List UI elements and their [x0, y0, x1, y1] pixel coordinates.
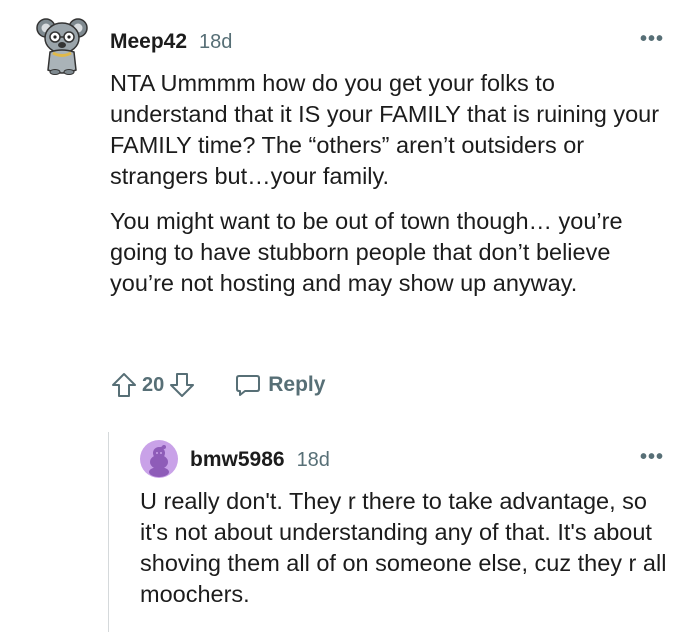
reply-body: U really don't. They r there to take adv… [140, 486, 680, 610]
more-options-button[interactable]: ••• [640, 28, 664, 51]
comment-paragraph: NTA Ummmm how do you get your folks to u… [110, 70, 660, 189]
reply-label: Reply [268, 373, 326, 396]
reply-paragraph: U really don't. They r there to take adv… [140, 488, 667, 607]
koala-avatar-icon[interactable] [36, 14, 88, 76]
thread-line[interactable] [108, 432, 109, 632]
comment-paragraph: You might want to be out of town though…… [110, 208, 623, 296]
comment-username[interactable]: Meep42 [110, 30, 187, 54]
comment-body: NTA Ummmm how do you get your folks to u… [110, 68, 670, 313]
upvote-icon[interactable] [110, 371, 138, 399]
reply-username[interactable]: bmw5986 [190, 448, 285, 472]
comment-actions: 20 Reply [110, 368, 325, 402]
downvote-icon[interactable] [168, 371, 196, 399]
vote-count: 20 [142, 373, 165, 396]
reply-header: bmw5986 18d [190, 448, 330, 472]
snoo-avatar-icon[interactable] [140, 440, 178, 478]
reply-button[interactable]: Reply [234, 371, 325, 399]
comment-header: Meep42 18d [110, 30, 232, 54]
comment: Meep42 18d ••• NTA Ummmm how do you get … [0, 0, 700, 420]
reply-timestamp: 18d [296, 449, 330, 471]
reply-more-options-button[interactable]: ••• [640, 446, 664, 469]
comment-timestamp: 18d [199, 31, 233, 53]
speech-bubble-icon [234, 371, 262, 399]
